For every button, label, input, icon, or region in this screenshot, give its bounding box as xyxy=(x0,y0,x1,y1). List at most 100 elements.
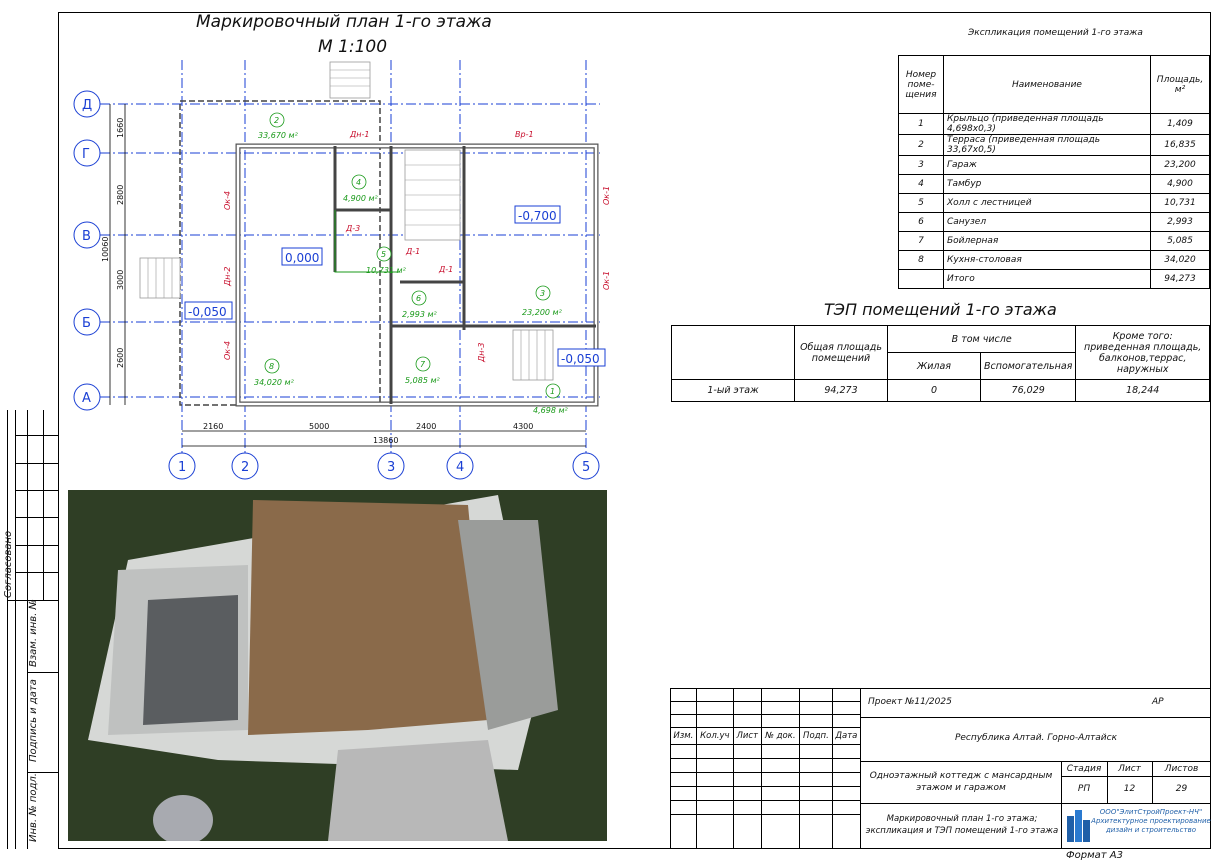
axis-label-v: В xyxy=(82,229,91,244)
stamp-h-sign: Подп. xyxy=(799,727,833,745)
axis-label-4: 4 xyxy=(456,460,464,475)
format-label: Формат А3 xyxy=(1066,850,1123,861)
stamp-h-kol: Кол.уч xyxy=(695,727,734,745)
room-area-5: 10,731 м² xyxy=(366,266,407,275)
mark-ok1b: Ок-1 xyxy=(602,271,611,290)
stamp-sheets-header: Листов xyxy=(1164,764,1199,774)
stamp-h-izm: Изм. xyxy=(670,727,697,745)
axis-label-2: 2 xyxy=(241,460,249,475)
dim-bottom-1: 2160 xyxy=(203,422,223,431)
room-num-3: 3 xyxy=(540,289,545,298)
tep-table: Общая площадь помещений В том числе Кром… xyxy=(671,325,1210,402)
tep-title: ТЭП помещений 1-го этажа xyxy=(824,300,1057,319)
mark-d1a: Д-1 xyxy=(405,247,420,256)
mark-d3: Д-3 xyxy=(345,224,360,233)
axis-label-a: А xyxy=(82,391,91,406)
mark-ok1a: Ок-1 xyxy=(602,186,611,205)
stamp-stage: РП xyxy=(1077,784,1091,794)
level-garage: -0,700 xyxy=(518,209,557,223)
room-area-4: 4,900 м² xyxy=(343,194,378,203)
dim-bottom-4: 4300 xyxy=(513,422,533,431)
table-row: Итого 94,273 xyxy=(898,269,1210,289)
stamp-h-date: Дата xyxy=(831,727,862,745)
level-0: 0,000 xyxy=(285,251,319,265)
mark-d1b: Д-1 xyxy=(438,265,453,274)
agreed-label: Согласовано xyxy=(3,530,14,598)
axis-label-3: 3 xyxy=(387,460,395,475)
room-area-6: 2,993 м² xyxy=(402,310,437,319)
room-num-4: 4 xyxy=(356,178,361,187)
dim-bottom-2: 5000 xyxy=(309,422,329,431)
inv-orig-label: Инв. № подл. xyxy=(28,773,39,842)
dim-left-total: 10060 xyxy=(101,237,110,262)
stamp-stage-header: Стадия xyxy=(1066,764,1102,774)
room-num-1: 1 xyxy=(550,387,555,396)
mark-ok4b: Ок-4 xyxy=(223,341,232,360)
stamp-sheet-header: Лист xyxy=(1118,764,1141,774)
stamp-right: Проект №11/2025 АР Республика Алтай. Гор… xyxy=(861,688,1211,849)
mark-dn2: Дн-2 xyxy=(223,267,232,287)
mark-dn1: Дн-1 xyxy=(349,130,369,139)
plan-title: Маркировочный план 1-го этажа xyxy=(196,12,492,32)
explication-table: Номер поме-щения Наименование Площадь, м… xyxy=(898,55,1210,289)
table-row: 1-ый этаж 94,273 0 76,029 18,244 xyxy=(671,379,1210,402)
plan-scale: М 1:100 xyxy=(318,37,388,57)
stamp-object: Одноэтажный коттедж с мансардным этажом … xyxy=(869,771,1053,793)
sign-date-label: Подпись и дата xyxy=(28,679,39,762)
axis-label-b: Б xyxy=(82,316,91,331)
stamp-h-list: Лист xyxy=(732,727,762,745)
table-row: 6 Санузел 2,993 xyxy=(898,212,1210,232)
room-area-8: 34,020 м² xyxy=(254,378,295,387)
tep-header-extra: Кроме того: приведенная площадь, балконо… xyxy=(1075,325,1210,380)
stamp-drawing: Маркировочный план 1-го этажа; экспликац… xyxy=(865,814,1059,836)
tep-header-living: Жилая xyxy=(887,352,981,380)
table-row: 5 Холл с лестницей 10,731 xyxy=(898,193,1210,213)
table-row: 4 Тамбур 4,900 xyxy=(898,174,1210,194)
room-area-1: 4,698 м² xyxy=(533,406,568,415)
tep-header-total: Общая площадь помещений xyxy=(794,325,888,380)
room-area-2: 33,670 м² xyxy=(258,131,299,140)
axis-label-1: 1 xyxy=(178,460,186,475)
dim-left-1: 1660 xyxy=(116,118,125,138)
dim-left-2: 2800 xyxy=(116,185,125,205)
room-num-8: 8 xyxy=(269,362,274,371)
level-terrace: -0,050 xyxy=(188,305,227,319)
axis-label-g: Г xyxy=(82,147,90,162)
dim-left-4: 2600 xyxy=(116,348,125,368)
stamp-location: Республика Алтай. Горно-Алтайск xyxy=(954,733,1118,743)
dim-bottom-3: 2400 xyxy=(416,422,436,431)
tep-header-including: В том числе xyxy=(886,325,1077,353)
table-row: 8 Кухня-столовая 34,020 xyxy=(898,250,1210,270)
stamp-sheets: 29 xyxy=(1175,784,1188,794)
stamp-project: Проект №11/2025 xyxy=(868,697,952,707)
expl-header-name: Наименование xyxy=(943,55,1151,114)
mark-dn3: Дн-3 xyxy=(477,343,486,363)
dim-left-3: 3000 xyxy=(116,270,125,290)
tep-header-aux: Вспомогательная xyxy=(979,352,1077,380)
house-3d-render xyxy=(68,490,607,841)
room-num-6: 6 xyxy=(416,294,421,303)
stamp-grid: Изм. Кол.уч Лист № док. Подп. Дата xyxy=(670,688,862,849)
dim-total: 13860 xyxy=(373,436,398,445)
table-row: 3 Гараж 23,200 xyxy=(898,155,1210,175)
expl-header-num: Номер поме-щения xyxy=(898,55,944,114)
company-logo-icon xyxy=(1066,808,1092,842)
floor-plan-drawing: Д Г В Б А 1 2 3 4 5 2160 5000 2400 4300 … xyxy=(73,60,611,480)
table-row: 7 Бойлерная 5,085 xyxy=(898,231,1210,251)
stamp-h-doc: № док. xyxy=(760,727,801,745)
axis-label-5: 5 xyxy=(582,460,590,475)
mark-ok4a: Ок-4 xyxy=(223,191,232,210)
level-porch: -0,050 xyxy=(561,352,600,366)
room-area-3: 23,200 м² xyxy=(522,308,563,317)
stamp-code: АР xyxy=(1152,697,1164,707)
stamp-sheet: 12 xyxy=(1123,784,1136,794)
mark-vr1: Вр-1 xyxy=(515,130,534,139)
table-row: 2 Терраса (приведенная площадь 33,67х0,5)… xyxy=(898,134,1210,156)
room-num-2: 2 xyxy=(274,116,279,125)
axis-label-d: Д xyxy=(82,98,92,113)
room-area-7: 5,085 м² xyxy=(405,376,440,385)
table-row: 1 Крыльцо (приведенная площадь 4,698х0,3)… xyxy=(898,113,1210,135)
expl-header-area: Площадь, м² xyxy=(1150,55,1210,114)
stamp-company: ООО"ЭлитСтройПроект-НЧ" Архитектурное пр… xyxy=(1091,808,1211,834)
room-num-5: 5 xyxy=(381,250,386,259)
